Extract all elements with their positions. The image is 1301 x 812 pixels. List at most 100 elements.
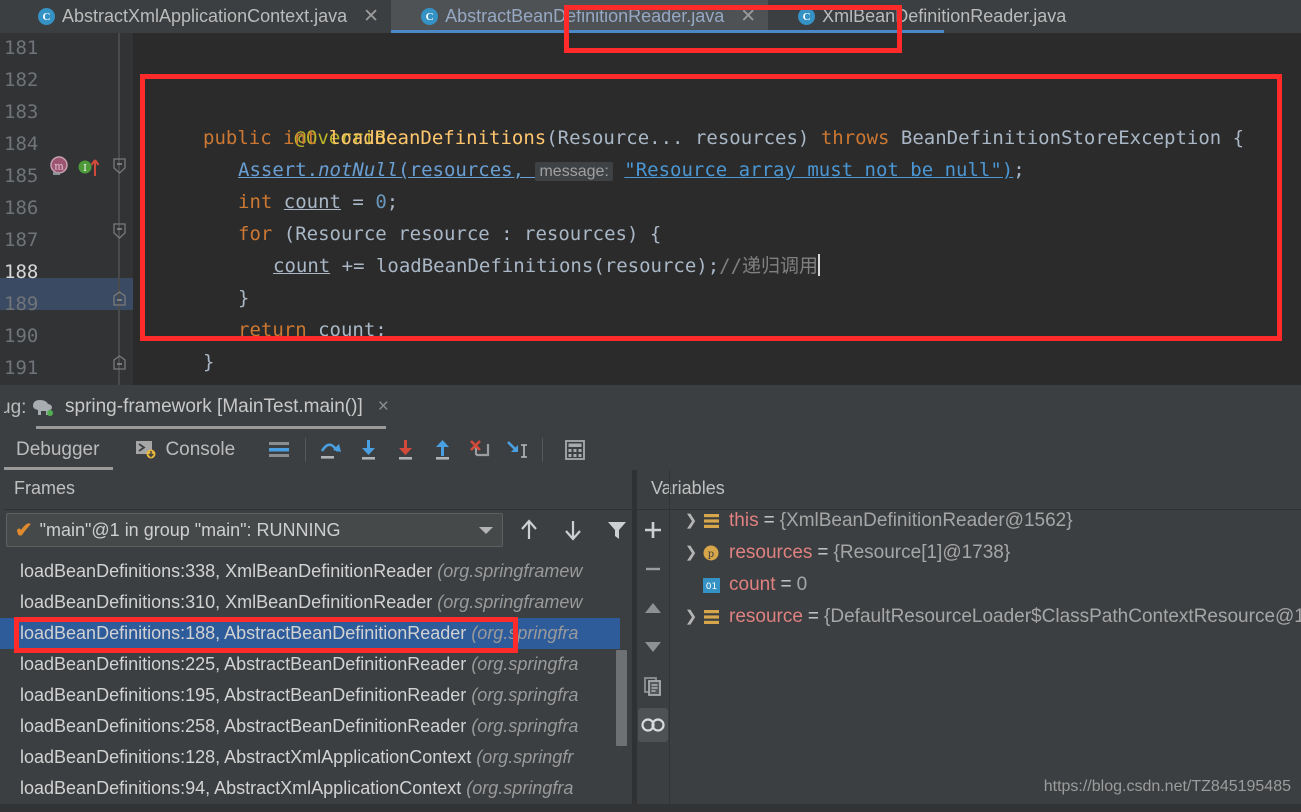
frames-scrollbar-thumb[interactable] bbox=[616, 650, 627, 746]
text-caret bbox=[818, 254, 821, 276]
variable-value: {XmlBeanDefinitionReader@1562} bbox=[779, 510, 1073, 531]
editor-tab-label: AbstractBeanDefinitionReader.java bbox=[445, 6, 725, 26]
implementing-method-icon[interactable]: I bbox=[78, 156, 102, 183]
evaluate-expression-icon[interactable] bbox=[558, 433, 591, 466]
variables-sidebar-toolbar bbox=[637, 505, 669, 765]
frame-row[interactable]: loadBeanDefinitions:94, AbstractXmlAppli… bbox=[0, 773, 620, 804]
thread-selector[interactable]: ✔ "main"@1 in group "main": RUNNING bbox=[6, 513, 503, 547]
variable-row-resources[interactable]: ❯ p resources = {Resource[1]@1738} bbox=[672, 537, 1301, 569]
equals-sign: = bbox=[807, 606, 820, 627]
move-watch-down-icon[interactable] bbox=[638, 630, 668, 664]
run-configuration-tab[interactable]: spring-framework [MainTest.main()] × bbox=[22, 385, 397, 429]
svg-text:I: I bbox=[83, 164, 87, 174]
step-into-icon[interactable] bbox=[352, 433, 385, 466]
variable-row-count[interactable]: 01 count = 0 bbox=[672, 569, 1301, 601]
force-step-into-icon[interactable] bbox=[389, 433, 422, 466]
parameter-icon: p bbox=[702, 544, 729, 562]
frame-row[interactable]: loadBeanDefinitions:310, XmlBeanDefiniti… bbox=[0, 587, 620, 618]
variable-value: 0 bbox=[796, 574, 808, 595]
assert-class-token: Assert bbox=[238, 159, 307, 181]
variable-row-this[interactable]: ❯ this = {XmlBeanDefinitionReader@1562} bbox=[672, 505, 1301, 537]
equals-sign: = bbox=[817, 542, 829, 563]
overriding-method-icon[interactable]: m bbox=[49, 156, 71, 183]
move-watch-up-icon[interactable] bbox=[638, 591, 668, 625]
frame-row[interactable]: loadBeanDefinitions:338, XmlBeanDefiniti… bbox=[0, 556, 620, 587]
variables-tree[interactable]: ❯ this = {XmlBeanDefinitionReader@1562} … bbox=[672, 505, 1301, 633]
frame-package: (org.springfr bbox=[476, 747, 574, 767]
chevron-right-icon[interactable]: ❯ bbox=[680, 601, 702, 633]
bottom-status-strip bbox=[0, 804, 1301, 812]
inline-comment-token: //递归调用 bbox=[719, 255, 819, 277]
editor-tab-abstractbeandefinitionreader[interactable]: C AbstractBeanDefinitionReader.java ✕ bbox=[391, 0, 769, 33]
frame-package: (org.springfra bbox=[471, 685, 579, 705]
fold-marker-collapse-icon[interactable] bbox=[112, 223, 127, 239]
svg-text:p: p bbox=[708, 549, 714, 560]
drop-frame-icon[interactable] bbox=[463, 433, 496, 466]
editor-tab-xmlbeandefinitionreader[interactable]: C XmlBeanDefinitionReader.java bbox=[768, 0, 1079, 33]
move-up-icon[interactable] bbox=[514, 515, 544, 545]
show-execution-point-icon[interactable] bbox=[263, 433, 296, 466]
fold-marker-collapse-icon[interactable] bbox=[112, 158, 127, 174]
watches-icon[interactable] bbox=[638, 708, 668, 742]
step-over-icon[interactable] bbox=[315, 433, 348, 466]
code-text-area[interactable]: @Override public int loadBeanDefinitions… bbox=[133, 33, 1301, 385]
add-watch-icon[interactable] bbox=[638, 513, 668, 547]
param-type-token: Resource... bbox=[557, 127, 684, 149]
code-line-187: for (Resource resource : resources) { bbox=[238, 223, 662, 245]
editor-tab-abstractxmlapplicationcontext[interactable]: C AbstractXmlApplicationContext.java ✕ bbox=[0, 0, 392, 33]
chevron-right-icon[interactable]: ❯ bbox=[680, 537, 702, 569]
move-down-icon[interactable] bbox=[558, 515, 588, 545]
code-editor[interactable]: 181 182 183 184 185 186 187 188 189 190 … bbox=[0, 33, 1301, 385]
close-icon[interactable]: ✕ bbox=[363, 7, 379, 26]
frame-row-selected[interactable]: loadBeanDefinitions:188, AbstractBeanDef… bbox=[0, 618, 620, 649]
tab-console-label: Console bbox=[165, 438, 236, 460]
assert-method-token: notNull bbox=[318, 159, 399, 181]
step-out-icon[interactable] bbox=[426, 433, 459, 466]
string-literal-token: "Resource array must not be null" bbox=[624, 159, 1002, 181]
panel-divider bbox=[0, 509, 632, 510]
frame-row[interactable]: loadBeanDefinitions:128, AbstractXmlAppl… bbox=[0, 742, 620, 773]
chevron-down-icon[interactable] bbox=[479, 527, 493, 534]
editor-tab-bar: C AbstractXmlApplicationContext.java ✕ C… bbox=[0, 0, 1301, 33]
frame-method: loadBeanDefinitions:310, XmlBeanDefiniti… bbox=[20, 592, 433, 612]
frame-method: loadBeanDefinitions:258, AbstractBeanDef… bbox=[20, 716, 467, 736]
object-field-icon bbox=[702, 512, 729, 530]
tab-debugger[interactable]: Debugger bbox=[0, 429, 114, 470]
frame-package: (org.springfra bbox=[466, 778, 574, 798]
frames-list[interactable]: loadBeanDefinitions:338, XmlBeanDefiniti… bbox=[0, 556, 620, 812]
variable-row-resource[interactable]: ❯ resource = {DefaultResourceLoader$Clas… bbox=[672, 601, 1301, 633]
parameter-hint: message: bbox=[535, 162, 613, 181]
run-configuration-label: spring-framework [MainTest.main()] bbox=[65, 396, 363, 417]
intellij-debugger-window: C AbstractXmlApplicationContext.java ✕ C… bbox=[0, 0, 1301, 812]
gutter-line-190: 190 bbox=[4, 325, 39, 347]
fold-marker-end-icon[interactable] bbox=[112, 291, 127, 306]
remove-watch-icon[interactable] bbox=[638, 552, 668, 586]
frame-method: loadBeanDefinitions:188, AbstractBeanDef… bbox=[20, 623, 467, 643]
variables-panel-title: Variables bbox=[651, 478, 725, 498]
frame-package: (org.springfra bbox=[471, 654, 579, 674]
frame-row[interactable]: loadBeanDefinitions:225, AbstractBeanDef… bbox=[0, 649, 620, 680]
frames-actions bbox=[514, 515, 632, 545]
run-to-cursor-icon[interactable] bbox=[500, 433, 533, 466]
frame-package: (org.springfra bbox=[471, 716, 579, 736]
frame-package: (org.springframew bbox=[437, 561, 583, 581]
check-icon: ✔ bbox=[15, 518, 33, 542]
close-icon[interactable]: ✕ bbox=[740, 7, 756, 26]
copy-value-icon[interactable] bbox=[638, 669, 668, 703]
code-line-190: return count; bbox=[238, 319, 387, 341]
code-line-183: @Override bbox=[203, 90, 398, 149]
frame-row[interactable]: loadBeanDefinitions:195, AbstractBeanDef… bbox=[0, 680, 620, 711]
chevron-right-icon[interactable]: ❯ bbox=[680, 505, 702, 537]
gutter-line-188: 188 bbox=[4, 261, 39, 283]
tab-console[interactable]: Console bbox=[113, 429, 249, 470]
debugger-toolbar: Debugger Console bbox=[0, 429, 1301, 470]
fold-marker-end-icon[interactable] bbox=[112, 355, 127, 370]
frames-panel-title: Frames bbox=[14, 478, 76, 498]
filter-icon[interactable] bbox=[602, 515, 632, 545]
close-icon[interactable]: × bbox=[378, 396, 389, 418]
frame-row[interactable]: loadBeanDefinitions:258, AbstractBeanDef… bbox=[0, 711, 620, 742]
number-token: 0 bbox=[375, 191, 387, 213]
frame-package: (org.springframew bbox=[437, 592, 583, 612]
keyword-int: int bbox=[283, 127, 318, 149]
editor-gutter[interactable]: 181 182 183 184 185 186 187 188 189 190 … bbox=[0, 33, 133, 385]
